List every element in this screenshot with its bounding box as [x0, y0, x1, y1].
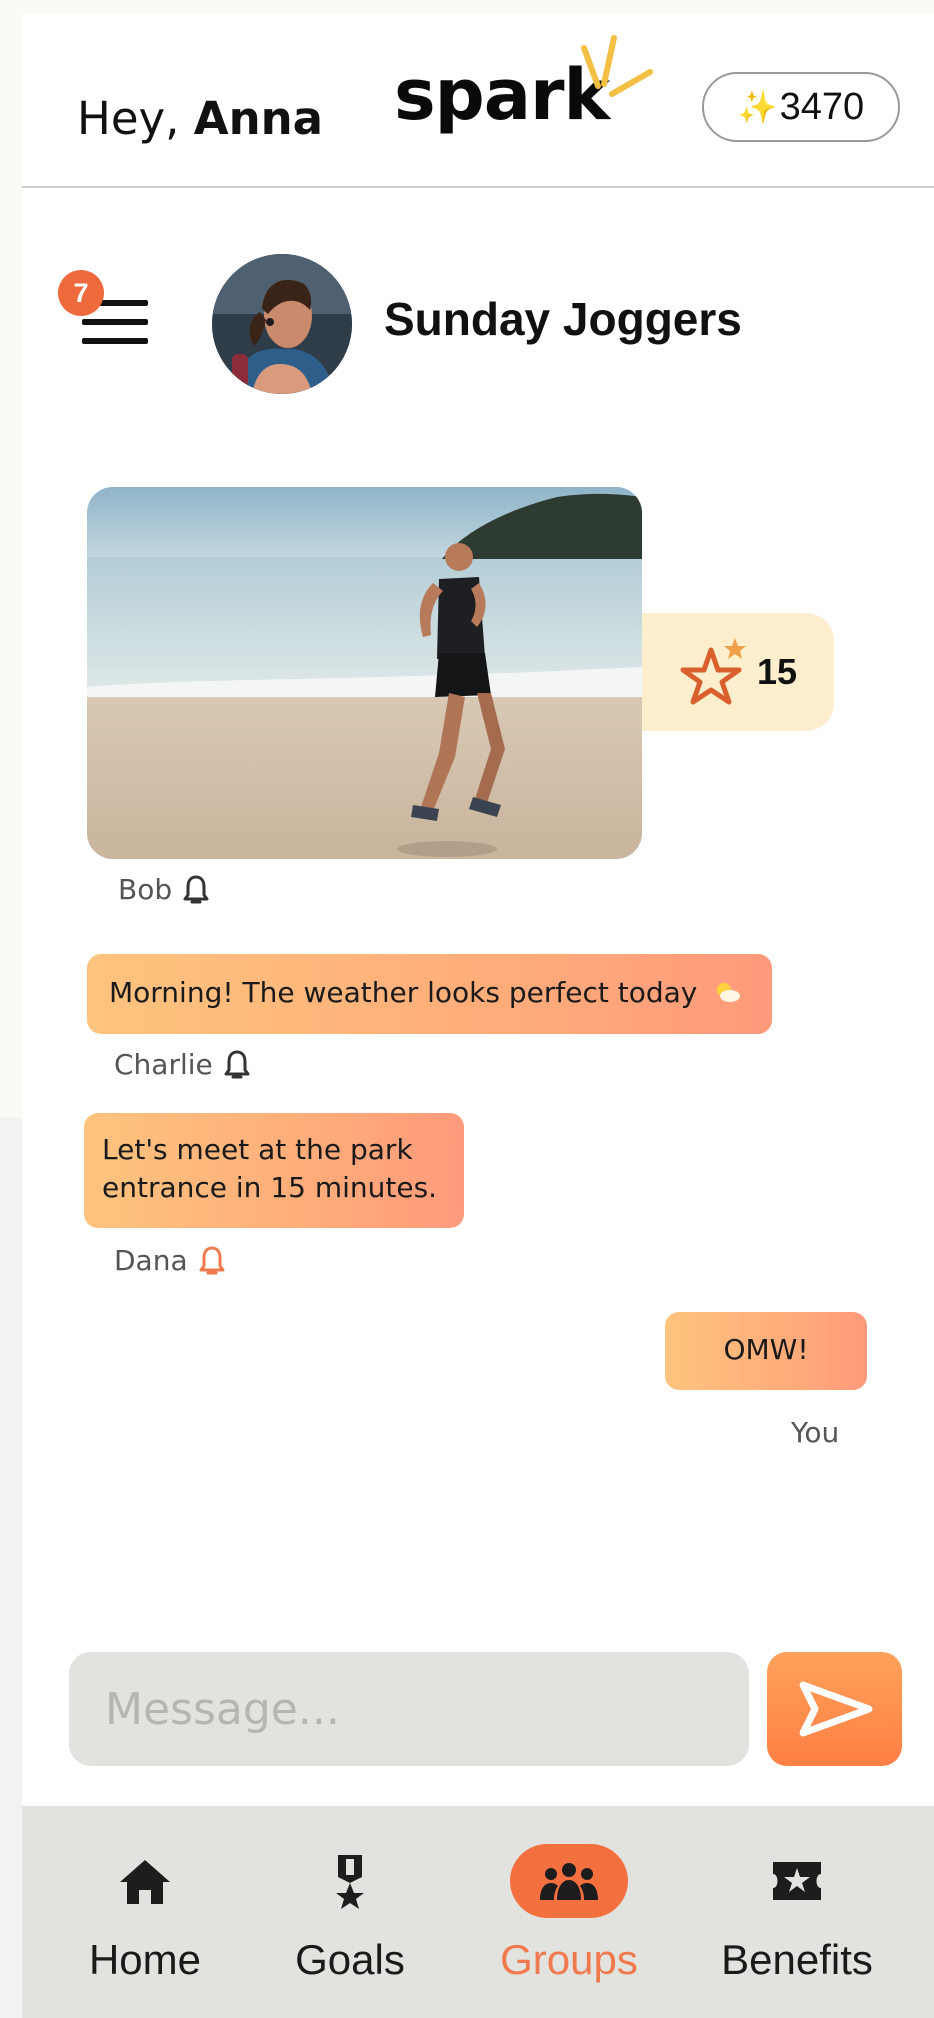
- menu-line: [82, 319, 148, 325]
- sender-name: You: [791, 1416, 840, 1449]
- greeting: Hey, Anna: [77, 92, 323, 145]
- nav-goals[interactable]: Goals: [285, 1806, 415, 2018]
- people-icon: [510, 1844, 628, 1918]
- sparkles-icon: ✨: [737, 89, 778, 125]
- group-avatar[interactable]: [212, 254, 352, 394]
- message-bubble[interactable]: Morning! The weather looks perfect today: [87, 954, 772, 1034]
- nav-benefits[interactable]: Benefits: [712, 1806, 882, 2018]
- user-name: Anna: [193, 92, 324, 145]
- sender-name: Charlie: [114, 1048, 213, 1081]
- sender-name: Bob: [118, 873, 173, 906]
- star-icon: [680, 638, 746, 705]
- bell-icon[interactable]: [198, 1245, 226, 1277]
- menu-line: [82, 338, 148, 344]
- nav-label: Groups: [500, 1936, 638, 1983]
- reaction-badge[interactable]: 15: [642, 613, 834, 731]
- home-icon: [118, 1844, 172, 1918]
- send-icon: [799, 1681, 872, 1737]
- sun-behind-cloud-icon: [706, 976, 742, 1009]
- message-text: Morning! The weather looks perfect today: [109, 976, 698, 1009]
- nav-label: Home: [88, 1936, 202, 1983]
- message-input[interactable]: [69, 1652, 749, 1766]
- photo-message[interactable]: [87, 487, 642, 859]
- side-strip: [0, 0, 22, 1118]
- group-name: Sunday Joggers: [384, 293, 742, 345]
- bell-icon[interactable]: [223, 1049, 251, 1081]
- logo-rays-icon: [581, 35, 653, 97]
- message-bubble[interactable]: OMW!: [665, 1312, 867, 1390]
- sender-label: Dana: [114, 1244, 226, 1277]
- side-strip: [0, 1118, 22, 2018]
- points-balance[interactable]: ✨ 3470: [702, 72, 900, 142]
- reaction-count: 15: [756, 651, 798, 692]
- app-header: Hey, Anna spark ✨ 3470: [22, 14, 934, 188]
- bell-icon[interactable]: [182, 874, 210, 906]
- nav-label: Benefits: [721, 1936, 873, 1983]
- app-screen: Hey, Anna spark ✨ 3470 7 Sunday Joggers …: [22, 14, 934, 2018]
- avatar-image: [212, 254, 352, 394]
- status-strip: [0, 0, 934, 14]
- jogger-photo: [87, 487, 642, 859]
- nav-label: Goals: [295, 1936, 405, 1983]
- sender-label: Bob: [118, 873, 210, 906]
- send-button[interactable]: [767, 1652, 902, 1766]
- bottom-navigation: Home Goals Groups Benefits: [22, 1806, 934, 2018]
- notification-badge: 7: [58, 270, 104, 316]
- sender-label: Charlie: [114, 1048, 251, 1081]
- ticket-star-icon: [769, 1844, 825, 1918]
- greeting-prefix: Hey,: [77, 92, 180, 145]
- message-bubble[interactable]: Let's meet at the park entrance in 15 mi…: [84, 1113, 464, 1228]
- nav-groups[interactable]: Groups: [484, 1806, 654, 2018]
- nav-home[interactable]: Home: [80, 1806, 210, 2018]
- sender-name: Dana: [114, 1244, 188, 1277]
- medal-icon: [330, 1844, 370, 1918]
- points-value: 3470: [779, 85, 865, 128]
